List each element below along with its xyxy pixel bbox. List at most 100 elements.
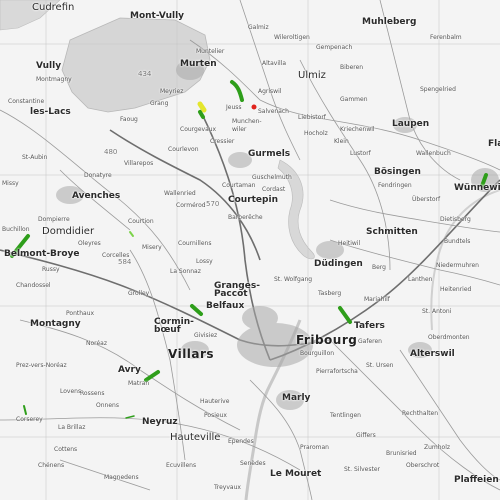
- place-label: Plaffeien: [454, 475, 499, 485]
- place-label: Dietisberg: [440, 216, 471, 223]
- place-label: Mont-Vully: [130, 11, 185, 21]
- place-label: Neyruz: [142, 417, 178, 427]
- place-label: Galmiz: [248, 24, 269, 31]
- highlight-segment: [144, 370, 160, 382]
- place-label: Matran: [128, 380, 150, 387]
- place-label: Villars: [168, 347, 215, 361]
- place-label: Ferenbalm: [430, 34, 462, 41]
- place-label: Lustorf: [350, 150, 371, 157]
- place-label: Tentlingen: [330, 412, 361, 419]
- elevation-number: 570: [206, 200, 220, 208]
- place-label: St. Ursen: [366, 362, 394, 369]
- map-viewport[interactable]: 434 480 584 570 Cudrefin Mont-Vully Galm…: [0, 0, 500, 500]
- place-label: Buchillon: [2, 226, 30, 233]
- place-label: Rechthalten: [402, 410, 439, 417]
- place-label: Domdidier: [42, 226, 95, 237]
- place-label: Cormin- bœuf: [154, 317, 194, 335]
- place-label: Wileroltigen: [274, 34, 310, 41]
- highlight-segment: [125, 415, 135, 419]
- place-label: Brunisried: [386, 450, 417, 457]
- place-label: Montagny: [30, 319, 81, 329]
- place-label: Belfaux: [206, 301, 245, 311]
- place-label: Courtaman: [222, 182, 256, 189]
- place-label: Hauterive: [200, 398, 230, 405]
- place-label: Montmagny: [36, 76, 72, 83]
- place-label: Wallenried: [164, 190, 196, 197]
- highlight-segment: [190, 304, 203, 316]
- place-label: Giffers: [356, 432, 376, 439]
- place-label: Cudrefin: [32, 2, 75, 13]
- place-label: St. Antoni: [422, 308, 452, 315]
- place-label: Salvenach: [258, 108, 289, 115]
- place-label: Gempenach: [316, 44, 353, 51]
- place-label: Fla: [488, 139, 500, 149]
- highlight-segment: [198, 110, 205, 119]
- place-label: Biberen: [340, 64, 364, 71]
- place-label: Pierrafortscha: [316, 368, 358, 375]
- place-label: La Sonnaz: [170, 268, 201, 275]
- place-label: Gurmels: [248, 149, 291, 159]
- place-label: Laupen: [392, 119, 430, 129]
- place-label: Lossy: [196, 258, 213, 265]
- place-label: Wallenbuch: [416, 150, 451, 157]
- place-label: Überstorf: [412, 196, 441, 203]
- place-label: Barberêche: [228, 214, 263, 221]
- place-label: Agriswil: [258, 88, 282, 95]
- place-label: Belmont-Broye: [4, 249, 80, 259]
- place-label: Treyvaux: [214, 484, 241, 491]
- place-label: Wünnewil: [454, 183, 500, 193]
- place-label: Bundtels: [444, 238, 471, 245]
- highlight-segment: [230, 80, 244, 102]
- place-label: Bourguillon: [300, 350, 335, 357]
- place-label: Tafers: [354, 321, 385, 331]
- place-label: Dompierre: [38, 216, 70, 223]
- place-label: Bösingen: [374, 167, 421, 177]
- place-label: les-Lacs: [30, 107, 71, 117]
- place-label: Muntelier: [196, 48, 225, 55]
- place-label: Tasberg: [318, 290, 342, 297]
- highlight-segment: [129, 231, 134, 237]
- place-label: Senèdes: [240, 460, 266, 467]
- place-label: Ulmiz: [298, 70, 326, 81]
- place-label: Cottens: [54, 446, 78, 453]
- place-label: Constantine: [8, 98, 45, 105]
- place-label: Praroman: [300, 444, 329, 451]
- place-label: Missy: [2, 180, 19, 187]
- place-label: Lovens: [60, 388, 82, 395]
- place-label: Courtion: [128, 218, 154, 225]
- place-label: Misery: [142, 244, 162, 251]
- place-label: Corserey: [16, 416, 43, 423]
- place-label: Courtepin: [228, 195, 278, 205]
- place-label: Avry: [118, 365, 141, 375]
- place-label: Givisiez: [194, 332, 218, 339]
- place-label: Cournillens: [178, 240, 212, 247]
- place-label: Noréaz: [86, 340, 108, 347]
- place-label: Gammen: [340, 96, 368, 103]
- place-label: Magnedens: [104, 474, 139, 481]
- place-label: Oberdmonten: [428, 334, 470, 341]
- place-label: Hauteville: [170, 432, 221, 443]
- place-label: Ponthaux: [66, 310, 95, 317]
- place-label: Ependes: [228, 438, 254, 445]
- place-label: Rossens: [80, 390, 105, 397]
- place-label: Guschelmuth: [252, 174, 292, 181]
- place-label: Courgevaux: [180, 126, 217, 133]
- highlight-segment: [197, 101, 207, 113]
- elevation-number: 480: [104, 148, 118, 156]
- place-label: Ecuvillens: [166, 462, 197, 469]
- place-label: Chénens: [38, 462, 65, 469]
- place-label: Munchen- wiler: [232, 118, 262, 133]
- elevation-number: 434: [138, 70, 152, 78]
- place-label: Spengelried: [420, 86, 456, 93]
- highlight-segment: [23, 405, 27, 415]
- place-label: Heitiwil: [338, 240, 361, 247]
- place-label: Grang: [150, 100, 169, 107]
- place-label: Meyriez: [160, 88, 184, 95]
- place-label: Zumholz: [424, 444, 451, 451]
- highlight-point-red: [251, 104, 257, 110]
- highlight-segment: [338, 306, 352, 324]
- place-label: Marly: [282, 393, 311, 403]
- place-label: Heitenried: [440, 286, 472, 293]
- place-label: Courlevon: [168, 146, 199, 153]
- place-label: Corcelles: [102, 252, 130, 259]
